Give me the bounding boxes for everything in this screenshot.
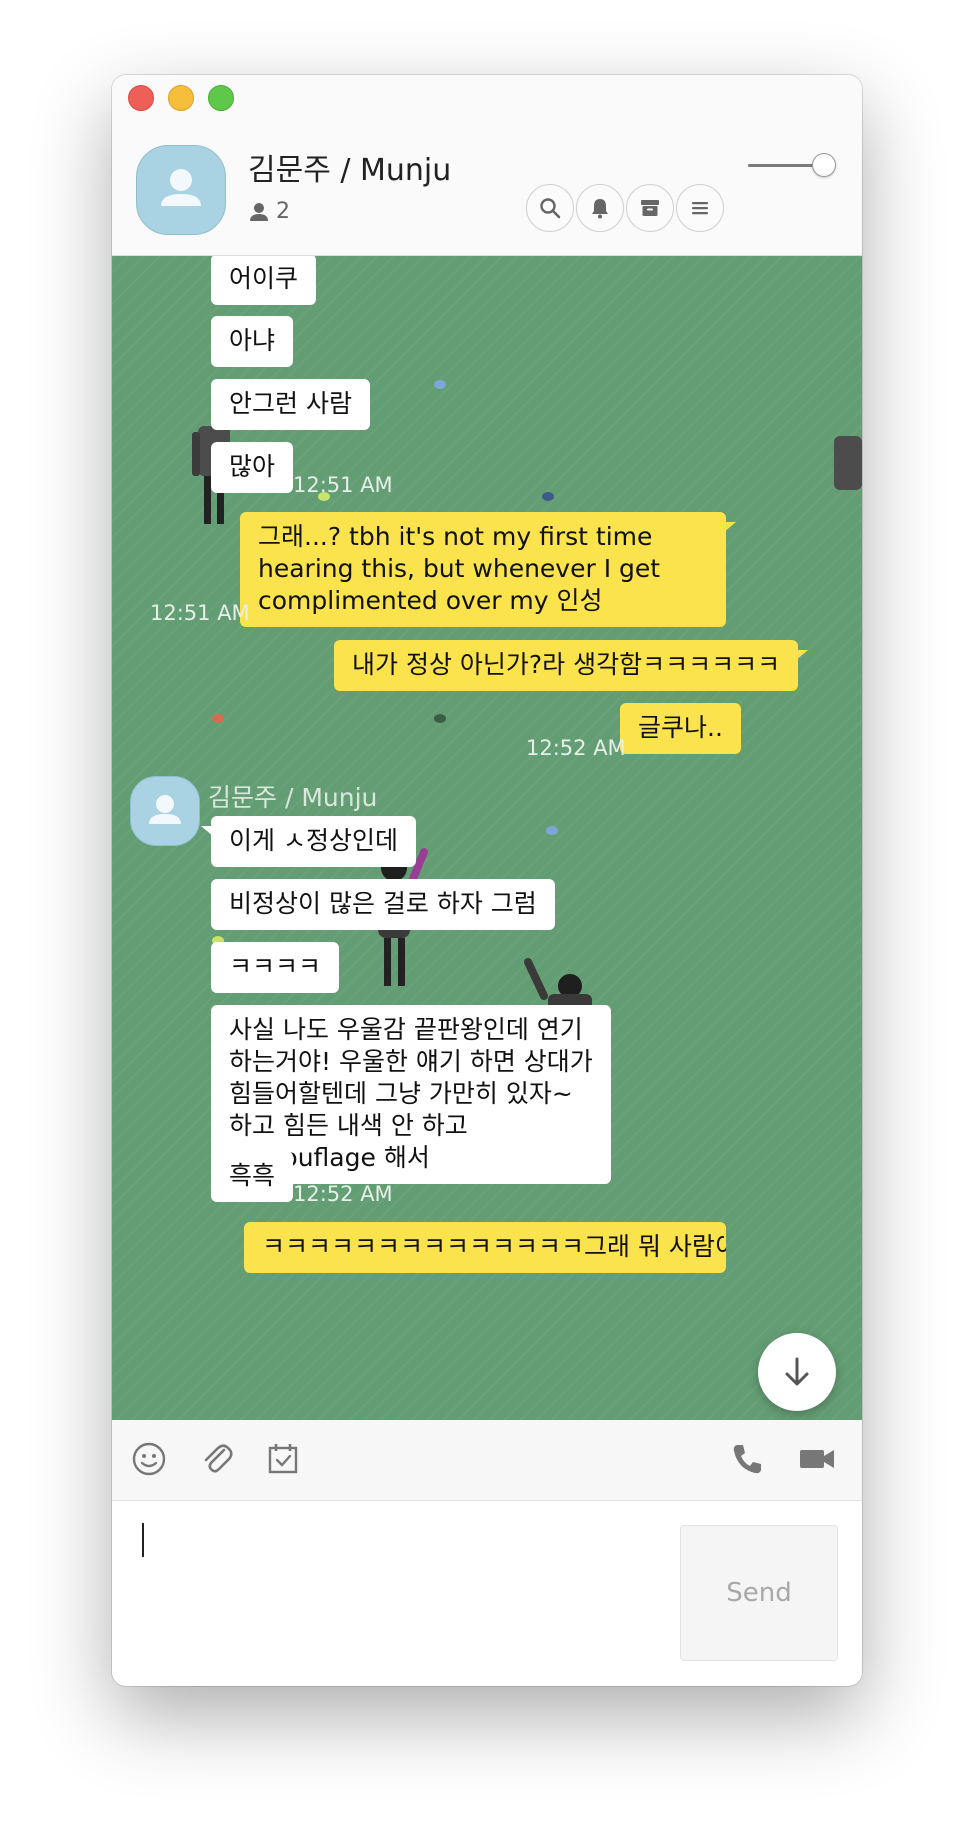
emoji-button[interactable] <box>128 1438 170 1480</box>
video-call-button[interactable] <box>796 1438 838 1480</box>
chat-messages[interactable]: 어이쿠 아냐 안그런 사람 많아 12:51 AM 그래...? tbh it'… <box>112 256 862 1420</box>
text-cursor <box>142 1523 144 1557</box>
profile-avatar[interactable] <box>136 145 226 235</box>
message-timestamp: 12:51 AM <box>150 601 250 625</box>
message-input[interactable] <box>140 1525 664 1669</box>
chat-window: 김문주 / Munju 2 어이쿠 아냐 안그런 사람 많아 12:51 AM … <box>112 75 862 1686</box>
search-button[interactable] <box>526 184 574 232</box>
sender-avatar[interactable] <box>130 776 200 846</box>
confetti-dot <box>434 714 446 723</box>
person-icon <box>161 169 201 206</box>
confetti-dot <box>212 714 224 723</box>
composer: Send <box>112 1501 862 1686</box>
message-bubble-outgoing[interactable]: 그래...? tbh it's not my first time hearin… <box>240 512 736 627</box>
notifications-button[interactable] <box>576 184 624 232</box>
message-bubble-incoming[interactable]: ㅋㅋㅋㅋ <box>211 942 340 993</box>
opacity-slider[interactable] <box>748 153 838 177</box>
message-bubble-incoming[interactable]: 아냐 <box>211 316 294 367</box>
send-button[interactable]: Send <box>680 1525 838 1661</box>
voice-call-button[interactable] <box>726 1438 768 1480</box>
chat-header: 김문주 / Munju 2 <box>112 75 862 256</box>
message-timestamp: 12:51 AM <box>293 473 393 497</box>
scroll-to-bottom-button[interactable] <box>758 1333 836 1411</box>
attachment-icon <box>204 1444 233 1473</box>
archive-button[interactable] <box>626 184 674 232</box>
composer-toolbar <box>112 1420 862 1501</box>
slider-thumb[interactable] <box>812 153 836 177</box>
schedule-button[interactable] <box>262 1438 304 1480</box>
zoom-window-button[interactable] <box>208 85 234 111</box>
calendar-icon <box>268 1444 298 1474</box>
person-icon <box>250 202 268 221</box>
search-icon <box>540 198 561 219</box>
sender-name: 김문주 / Munju <box>208 783 378 812</box>
message-bubble-incoming[interactable]: 비정상이 많은 걸로 하자 그럼 <box>211 879 555 930</box>
archive-icon <box>641 200 659 216</box>
close-window-button[interactable] <box>128 85 154 111</box>
member-count-value: 2 <box>276 199 290 224</box>
message-bubble-outgoing[interactable]: 내가 정상 아닌가?라 생각함ㅋㅋㅋㅋㅋㅋ <box>334 640 809 691</box>
member-count: 2 <box>248 199 290 224</box>
confetti-dot <box>434 380 446 389</box>
message-bubble-incoming[interactable]: 흑흑 <box>211 1151 294 1202</box>
confetti-dot <box>542 492 554 501</box>
bell-icon <box>592 199 608 219</box>
person-icon <box>149 795 181 824</box>
video-icon <box>800 1450 834 1468</box>
attach-file-button[interactable] <box>196 1438 238 1480</box>
minimize-window-button[interactable] <box>168 85 194 111</box>
message-bubble-incoming[interactable]: 많아 <box>211 442 294 493</box>
confetti-dot <box>546 826 558 835</box>
chat-title: 김문주 / Munju <box>248 153 452 188</box>
message-bubble-incoming[interactable]: 어이쿠 <box>211 256 317 305</box>
arrow-down-icon <box>785 1357 809 1386</box>
message-timestamp: 12:52 AM <box>526 736 626 760</box>
menu-icon <box>692 202 708 215</box>
message-bubble-outgoing[interactable]: 글쿠나.. <box>620 703 741 754</box>
emoji-icon <box>132 1442 166 1476</box>
phone-icon <box>733 1445 761 1474</box>
message-bubble-outgoing[interactable]: ㅋㅋㅋㅋㅋㅋㅋㅋㅋㅋㅋㅋㅋㅋ그래 뭐 사람이 장점 하나쯤 <box>244 1222 726 1273</box>
message-timestamp: 12:52 AM <box>293 1182 393 1206</box>
background-figure <box>834 436 862 490</box>
message-bubble-incoming[interactable]: 이게 ㅅ정상인데 <box>201 816 416 867</box>
menu-button[interactable] <box>676 184 724 232</box>
message-bubble-incoming[interactable]: 안그런 사람 <box>211 379 370 430</box>
